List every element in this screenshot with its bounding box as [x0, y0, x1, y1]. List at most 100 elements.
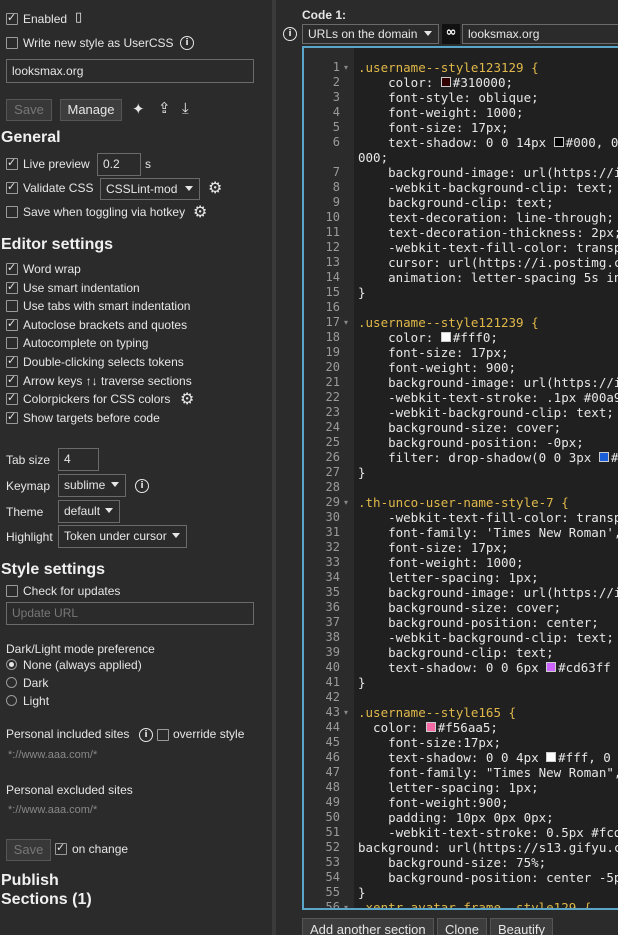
- code-line[interactable]: background-clip: text;: [358, 645, 554, 660]
- editor-option-checkbox[interactable]: [6, 354, 18, 368]
- editor-option-checkbox[interactable]: [6, 373, 18, 387]
- code-line[interactable]: -webkit-text-fill-color: transp: [358, 240, 618, 255]
- code-line[interactable]: font-size: 17px;: [358, 120, 508, 135]
- code-line[interactable]: background-position: center;: [358, 615, 599, 630]
- keymap-select[interactable]: sublime: [58, 474, 126, 497]
- code-line[interactable]: .xentr-avatar-frame--style129 {: [358, 900, 591, 908]
- code-line[interactable]: font-weight:900;: [358, 795, 508, 810]
- code-line[interactable]: font-family: 'Times New Roman',: [358, 525, 618, 540]
- code-line[interactable]: letter-spacing: 1px;: [358, 780, 539, 795]
- regex-toggle-icon[interactable]: ∞: [442, 24, 460, 44]
- live-preview-checkbox[interactable]: [6, 156, 18, 170]
- editor-option-checkbox[interactable]: [6, 300, 18, 313]
- save-sites-button[interactable]: Save: [6, 839, 51, 861]
- code-line[interactable]: font-size: 17px;: [358, 345, 508, 360]
- clone-button[interactable]: Clone: [437, 918, 487, 935]
- code-line[interactable]: filter: drop-shadow(0 0 3px #: [358, 450, 618, 465]
- code-line[interactable]: -webkit-background-clip: text;: [358, 630, 614, 645]
- validate-css-checkbox[interactable]: [6, 180, 18, 194]
- code-line[interactable]: -webkit-text-fill-color: transp: [358, 510, 618, 525]
- code-line[interactable]: font-weight: 1000;: [358, 105, 523, 120]
- fold-marker-icon[interactable]: ▾: [344, 498, 348, 507]
- mode-none-radio[interactable]: [6, 659, 17, 670]
- code-line[interactable]: .username--style165 {: [358, 705, 516, 720]
- code-line[interactable]: background-size: cover;: [358, 600, 561, 615]
- color-swatch[interactable]: [598, 452, 609, 462]
- fold-marker-icon[interactable]: ▾: [344, 318, 348, 327]
- keymap-info-icon[interactable]: i: [135, 479, 149, 493]
- code-line[interactable]: text-shadow: 0 0 14px #000, 0: [358, 135, 618, 150]
- usercss-info-icon[interactable]: i: [180, 36, 194, 50]
- add-section-button[interactable]: Add another section: [302, 918, 434, 935]
- code-line[interactable]: -webkit-background-clip: text;: [358, 180, 614, 195]
- color-swatch[interactable]: [546, 662, 557, 672]
- manage-button[interactable]: Manage: [60, 99, 122, 121]
- linter-select[interactable]: CSSLint-mod: [100, 178, 200, 200]
- style-name-input[interactable]: looksmax.org: [6, 59, 254, 83]
- code-line[interactable]: font-weight: 1000;: [358, 555, 523, 570]
- code-line[interactable]: font-style: oblique;: [358, 90, 539, 105]
- excluded-sites-input[interactable]: *://www.aaa.com/*: [8, 804, 97, 816]
- included-sites-input[interactable]: *://www.aaa.com/*: [8, 749, 97, 761]
- code-line[interactable]: background-image: url(https://i: [358, 375, 618, 390]
- code-line[interactable]: text-shadow: 0 0 6px #cd63ff: [358, 660, 611, 675]
- applies-type-select[interactable]: URLs on the domain: [302, 24, 439, 44]
- colorpicker-settings-gear-icon[interactable]: ⚙: [180, 389, 194, 408]
- color-swatch[interactable]: [440, 77, 451, 87]
- code-line[interactable]: -webkit-text-stroke: 0.5px #fcd: [358, 825, 618, 840]
- code-line[interactable]: letter-spacing: 1px;: [358, 570, 539, 585]
- editor-option-checkbox[interactable]: [6, 317, 18, 331]
- applies-info-icon[interactable]: i: [283, 27, 297, 41]
- code-line[interactable]: animation: letter-spacing 5s in: [358, 270, 618, 285]
- override-style-checkbox[interactable]: [157, 729, 169, 741]
- included-sites-info-icon[interactable]: i: [139, 728, 153, 742]
- fold-marker-icon[interactable]: ▾: [344, 63, 348, 72]
- mode-light-radio[interactable]: [6, 695, 17, 706]
- save-button[interactable]: Save: [6, 99, 52, 121]
- check-updates-checkbox[interactable]: [6, 585, 18, 597]
- save-toggle-checkbox[interactable]: [6, 206, 18, 218]
- code-line[interactable]: background-image: url(https://i: [358, 165, 618, 180]
- code-line[interactable]: }: [358, 885, 366, 900]
- editor-option-checkbox[interactable]: [6, 391, 18, 406]
- code-line[interactable]: -webkit-text-stroke: .1px #00a9: [358, 390, 618, 405]
- code-line[interactable]: font-size: 17px;: [358, 540, 508, 555]
- code-line[interactable]: 000;: [358, 150, 388, 165]
- code-line[interactable]: font-size:17px;: [358, 735, 501, 750]
- tab-size-input[interactable]: 4: [58, 448, 99, 471]
- code-line[interactable]: font-weight: 900;: [358, 360, 516, 375]
- usercss-checkbox[interactable]: [6, 37, 18, 49]
- code-line[interactable]: background-position: center -5p: [358, 870, 618, 885]
- editor-option-checkbox[interactable]: [6, 280, 18, 294]
- code-line[interactable]: color: #f56aa5;: [358, 720, 498, 735]
- highlight-select[interactable]: Token under cursor: [58, 525, 187, 548]
- fold-marker-icon[interactable]: ▾: [344, 708, 348, 717]
- code-line[interactable]: }: [358, 465, 366, 480]
- code-line[interactable]: text-decoration-thickness: 2px;: [358, 225, 618, 240]
- code-line[interactable]: background-size: cover;: [358, 420, 561, 435]
- editor-option-checkbox[interactable]: [6, 410, 18, 424]
- hotkey-settings-gear-icon[interactable]: ⚙: [193, 202, 207, 221]
- code-line[interactable]: background-image: url(https://i: [358, 585, 618, 600]
- code-line[interactable]: font-family: "Times New Roman",: [358, 765, 618, 780]
- code-line[interactable]: .th-unco-user-name-style-7 {: [358, 495, 569, 510]
- color-swatch[interactable]: [546, 752, 557, 762]
- code-line[interactable]: background-size: 75%;: [358, 855, 546, 870]
- theme-select[interactable]: default: [58, 500, 120, 523]
- code-line[interactable]: padding: 10px 0px 0px;: [358, 810, 554, 825]
- applies-value-input[interactable]: looksmax.org: [462, 24, 618, 44]
- code-line[interactable]: cursor: url(https://i.postimg.c: [358, 255, 618, 270]
- editor-option-checkbox[interactable]: [6, 261, 18, 275]
- code-line[interactable]: background: url(https://s13.gifyu.c: [358, 840, 618, 855]
- beautify-button[interactable]: Beautify: [490, 918, 553, 935]
- sparkle-icon[interactable]: ✦: [132, 100, 145, 118]
- mode-dark-radio[interactable]: [6, 677, 17, 688]
- color-swatch[interactable]: [440, 332, 451, 342]
- code-line[interactable]: text-shadow: 0 0 4px #fff, 0 0: [358, 750, 618, 765]
- code-line[interactable]: background-position: -0px;: [358, 435, 584, 450]
- code-editor[interactable]: 1 ▾ .username--style123129 {2 color: #3100…: [302, 46, 618, 910]
- export-icon[interactable]: ⇪: [158, 99, 171, 117]
- toggle-hotkey-icon[interactable]: ▯: [75, 10, 82, 25]
- code-line[interactable]: text-decoration: line-through;: [358, 210, 614, 225]
- live-preview-delay-input[interactable]: 0.2: [97, 153, 141, 176]
